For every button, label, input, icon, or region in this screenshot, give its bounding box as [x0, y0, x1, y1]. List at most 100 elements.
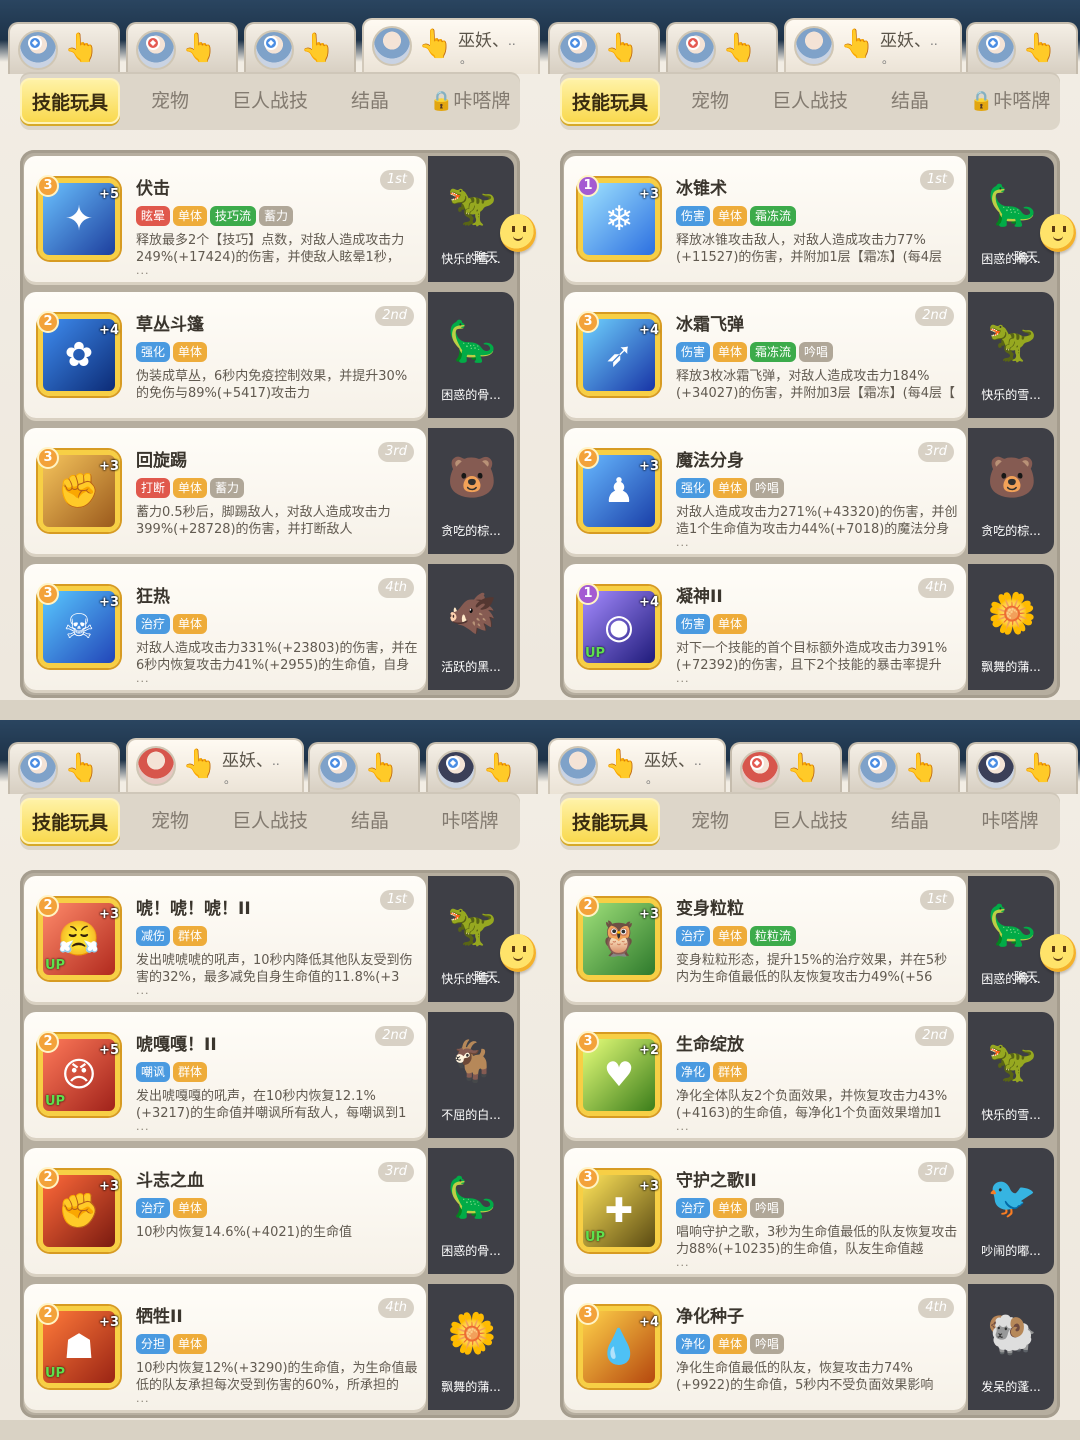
player-tab[interactable]: ◆ 👆 — [8, 742, 120, 794]
player-tab[interactable]: 👆 巫妖、.. 。 — [548, 738, 726, 794]
skill-tag: 单体 — [713, 926, 748, 946]
menu-tab-2[interactable]: 巨人战技 — [760, 792, 860, 850]
skill-card[interactable]: ♟ 2 +3 魔法分身 3rd 强化 单体 吟唱 对敌人造成攻击力271%(+43320)的伤害… — [564, 428, 966, 554]
menu-tab-0[interactable]: 技能玩具 — [560, 798, 660, 844]
menu-tab-2[interactable]: 巨人战技 — [760, 72, 860, 130]
player-tab[interactable]: ◆ 👆 — [308, 742, 420, 794]
player-tab[interactable]: 👆 巫妖、.. 。 — [784, 18, 962, 74]
upgrade-up-icon: UP — [585, 646, 606, 661]
pet-name: 快乐的雪... — [981, 1108, 1041, 1122]
pet-icon: 🐗 — [447, 591, 497, 637]
skill-card[interactable]: ☠ 3 +3 狂热 4th 治疗 单体 对敌人造成攻击力331%(+23803)的伤害，并在6… — [24, 564, 426, 690]
player-tab[interactable]: ◆ 👆 — [426, 742, 538, 794]
menu-tab-4[interactable]: 咔嗒牌 — [420, 792, 520, 850]
chat-emoji-icon[interactable] — [1040, 214, 1076, 252]
skill-card[interactable]: 🦉 2 +3 变身粒粒 1st 治疗 单体 粒粒流 变身粒粒形态，提升15%的治疗效果，并在5秒… — [564, 876, 966, 1002]
menu-tab-2[interactable]: 巨人战技 — [220, 792, 320, 850]
skill-card[interactable]: ➶ 3 +4 冰霜飞弹 2nd 伤害 单体 霜冻流 吟唱 释放3枚冰霜飞弹，对敌人造成攻击力184… — [564, 292, 966, 418]
skill-card[interactable]: 💧 3 +4 净化种子 4th 净化 单体 吟唱 净化生命值最低的队友，恢复攻击力74%(+99… — [564, 1284, 966, 1410]
player-tab[interactable]: ◆ 👆 — [966, 22, 1078, 74]
player-tab[interactable]: ◆ 👆 — [848, 742, 960, 794]
menu-tab-2[interactable]: 巨人战技 — [220, 72, 320, 130]
player-tab[interactable]: ◆ 👆 — [126, 22, 238, 74]
skill-card[interactable]: ✚ 3 +3 UP 守护之歌II 3rd 治疗 单体 吟唱 唱响守护之歌，3秒为生命值最低的队友恢… — [564, 1148, 966, 1274]
menu-tab-4[interactable]: 咔嗒牌 — [960, 792, 1060, 850]
menu-tab-1[interactable]: 宠物 — [678, 792, 742, 850]
player-avatar: ◆ — [976, 30, 1016, 70]
chat-emoji-icon[interactable] — [500, 214, 536, 252]
pet-slot[interactable]: 🦖 快乐的雪... — [428, 876, 514, 1002]
skill-level-badge: 2 — [577, 447, 599, 469]
skill-card[interactable]: ☗ 2 +3 UP 牺牲II 4th 分担 单体 10秒内恢复12%(+3290)的生命值，为生… — [24, 1284, 426, 1410]
skill-level-badge: 3 — [577, 1031, 599, 1053]
skill-card[interactable]: ◉ 1 +4 UP 凝神II 4th 伤害 单体 对下一个技能的首个目标额外造成攻击力391%(… — [564, 564, 966, 690]
player-avatar — [794, 26, 834, 66]
menu-tab-1[interactable]: 宠物 — [678, 72, 742, 130]
pet-slot[interactable]: 🐐 不屈的白... — [428, 1012, 514, 1138]
player-tab[interactable]: 👆 巫妖、.. 。 — [362, 18, 540, 74]
pet-slot[interactable]: 🦕 困惑的骨... — [968, 156, 1054, 282]
pet-slot[interactable]: 🐗 活跃的黑... — [428, 564, 514, 690]
pet-slot[interactable]: 🐦 吵闹的嘟... — [968, 1148, 1054, 1274]
menu-tab-1[interactable]: 宠物 — [138, 792, 202, 850]
menu-tab-3[interactable]: 结晶 — [878, 792, 942, 850]
player-tab[interactable]: ◆ 👆 — [966, 742, 1078, 794]
skill-card[interactable]: ✊ 2 +3 斗志之血 3rd 治疗 单体 10秒内恢复14.6%(+4021)的生命值 — [24, 1148, 426, 1274]
player-tab[interactable]: ◆ 👆 — [244, 22, 356, 74]
chat-emoji-icon[interactable] — [1040, 934, 1076, 972]
pet-slot[interactable]: 🐏 发呆的蓬... — [968, 1284, 1054, 1410]
chat-label[interactable]: 聊天 — [474, 248, 498, 265]
skill-plus-level: +4 — [639, 595, 659, 610]
skill-card[interactable]: 😤 2 +3 UP 唬！唬！唬！II 1st 减伤 群体 发出唬唬唬的吼声，10秒内降低其他队友… — [24, 876, 426, 1002]
skill-description: 唱响守护之歌，3秒为生命值最低的队友恢复攻击力88%(+10235)的生命值，队… — [676, 1225, 958, 1257]
player-tab[interactable]: ◆ 👆 — [666, 22, 778, 74]
skill-rank-badge: 2nd — [915, 1026, 954, 1046]
skill-card[interactable]: ♥ 3 +2 生命绽放 2nd 净化 群体 净化全体队友2个负面效果，并恢复攻击力43%(+4… — [564, 1012, 966, 1138]
pet-slot[interactable]: 🦖 快乐的雪... — [428, 156, 514, 282]
skill-rank-badge: 1st — [379, 890, 414, 910]
menu-tab-3[interactable]: 结晶 — [878, 72, 942, 130]
chat-label[interactable]: 聊天 — [1014, 968, 1038, 985]
skill-name: 唬！唬！唬！II — [136, 899, 251, 919]
chat-label[interactable]: 聊天 — [1014, 248, 1038, 265]
menu-tab-3[interactable]: 结晶 — [338, 792, 402, 850]
menu-tab-0[interactable]: 技能玩具 — [20, 798, 120, 844]
pet-slot[interactable]: 🦕 困惑的骨... — [428, 292, 514, 418]
skill-card[interactable]: 😠 2 +5 UP 唬嘎嘎！II 2nd 嘲讽 群体 发出唬嘎嘎的吼声，在10秒内恢复12.1%… — [24, 1012, 426, 1138]
pet-slot[interactable]: 🦕 困惑的骨... — [428, 1148, 514, 1274]
skill-description: 释放冰锥攻击敌人，对敌人造成攻击力77%(+11527)的伤害，并附加1层【霜冻… — [676, 233, 943, 265]
skill-tag: 吟唱 — [799, 342, 834, 362]
description-more: ... — [136, 264, 150, 277]
skill-card[interactable]: ❄ 1 +3 冰锥术 1st 伤害 单体 霜冻流 释放冰锥攻击敌人，对敌人造成攻击力77%(+1… — [564, 156, 966, 282]
pet-slot[interactable]: 🦖 快乐的雪... — [968, 1012, 1054, 1138]
pet-slot[interactable]: 🦖 快乐的雪... — [968, 292, 1054, 418]
menu-tab-0[interactable]: 技能玩具 — [20, 78, 120, 124]
skill-card[interactable]: ✊ 3 +3 回旋踢 3rd 打断 单体 蓄力 蓄力0.5秒后，脚踢敌人，对敌人造成攻击力399… — [24, 428, 426, 554]
menu-tab-3[interactable]: 结晶 — [338, 72, 402, 130]
player-tab[interactable]: ◆ 👆 — [730, 742, 842, 794]
skill-tag: 打断 — [136, 478, 171, 498]
skill-level-badge: 2 — [577, 895, 599, 917]
chat-label[interactable]: 聊天 — [474, 968, 498, 985]
player-tab[interactable]: 👆 巫妖、.. 。 — [126, 738, 304, 794]
pet-slot[interactable]: 🐻 贪吃的棕... — [968, 428, 1054, 554]
skill-rank-badge: 3rd — [378, 442, 414, 462]
menu-tab-4[interactable]: 🔒咔嗒牌 — [420, 72, 520, 130]
skill-card[interactable]: ✿ 2 +4 草丛斗篷 2nd 强化 单体 伪装成草丛，6秒内免疫控制效果，并提升30%的免伤… — [24, 292, 426, 418]
player-status-dot: 。 — [882, 52, 895, 66]
pet-slot[interactable]: 🐻 贪吃的棕... — [428, 428, 514, 554]
player-name: 巫妖、 — [222, 751, 273, 771]
skill-card[interactable]: ✦ 3 +5 伏击 1st 眩晕 单体 技巧流 蓄力 释放最多2个【技巧】点数，对敌人造成攻击力2… — [24, 156, 426, 282]
skill-icon: ♟ 2 +3 — [577, 447, 660, 532]
player-tab[interactable]: ◆ 👆 — [8, 22, 120, 74]
menu-tab-0[interactable]: 技能玩具 — [560, 78, 660, 124]
chat-emoji-icon[interactable] — [500, 934, 536, 972]
skill-icon: 😠 2 +5 UP — [37, 1031, 120, 1116]
menu-tab-1[interactable]: 宠物 — [138, 72, 202, 130]
player-tab[interactable]: ◆ 👆 — [548, 22, 660, 74]
menu-tab-4[interactable]: 🔒咔嗒牌 — [960, 72, 1060, 130]
skill-tag: 霜冻流 — [750, 342, 797, 362]
pet-slot[interactable]: 🌼 飘舞的蒲... — [968, 564, 1054, 690]
pet-slot[interactable]: 🌼 飘舞的蒲... — [428, 1284, 514, 1410]
pet-slot[interactable]: 🦕 困惑的骨... — [968, 876, 1054, 1002]
